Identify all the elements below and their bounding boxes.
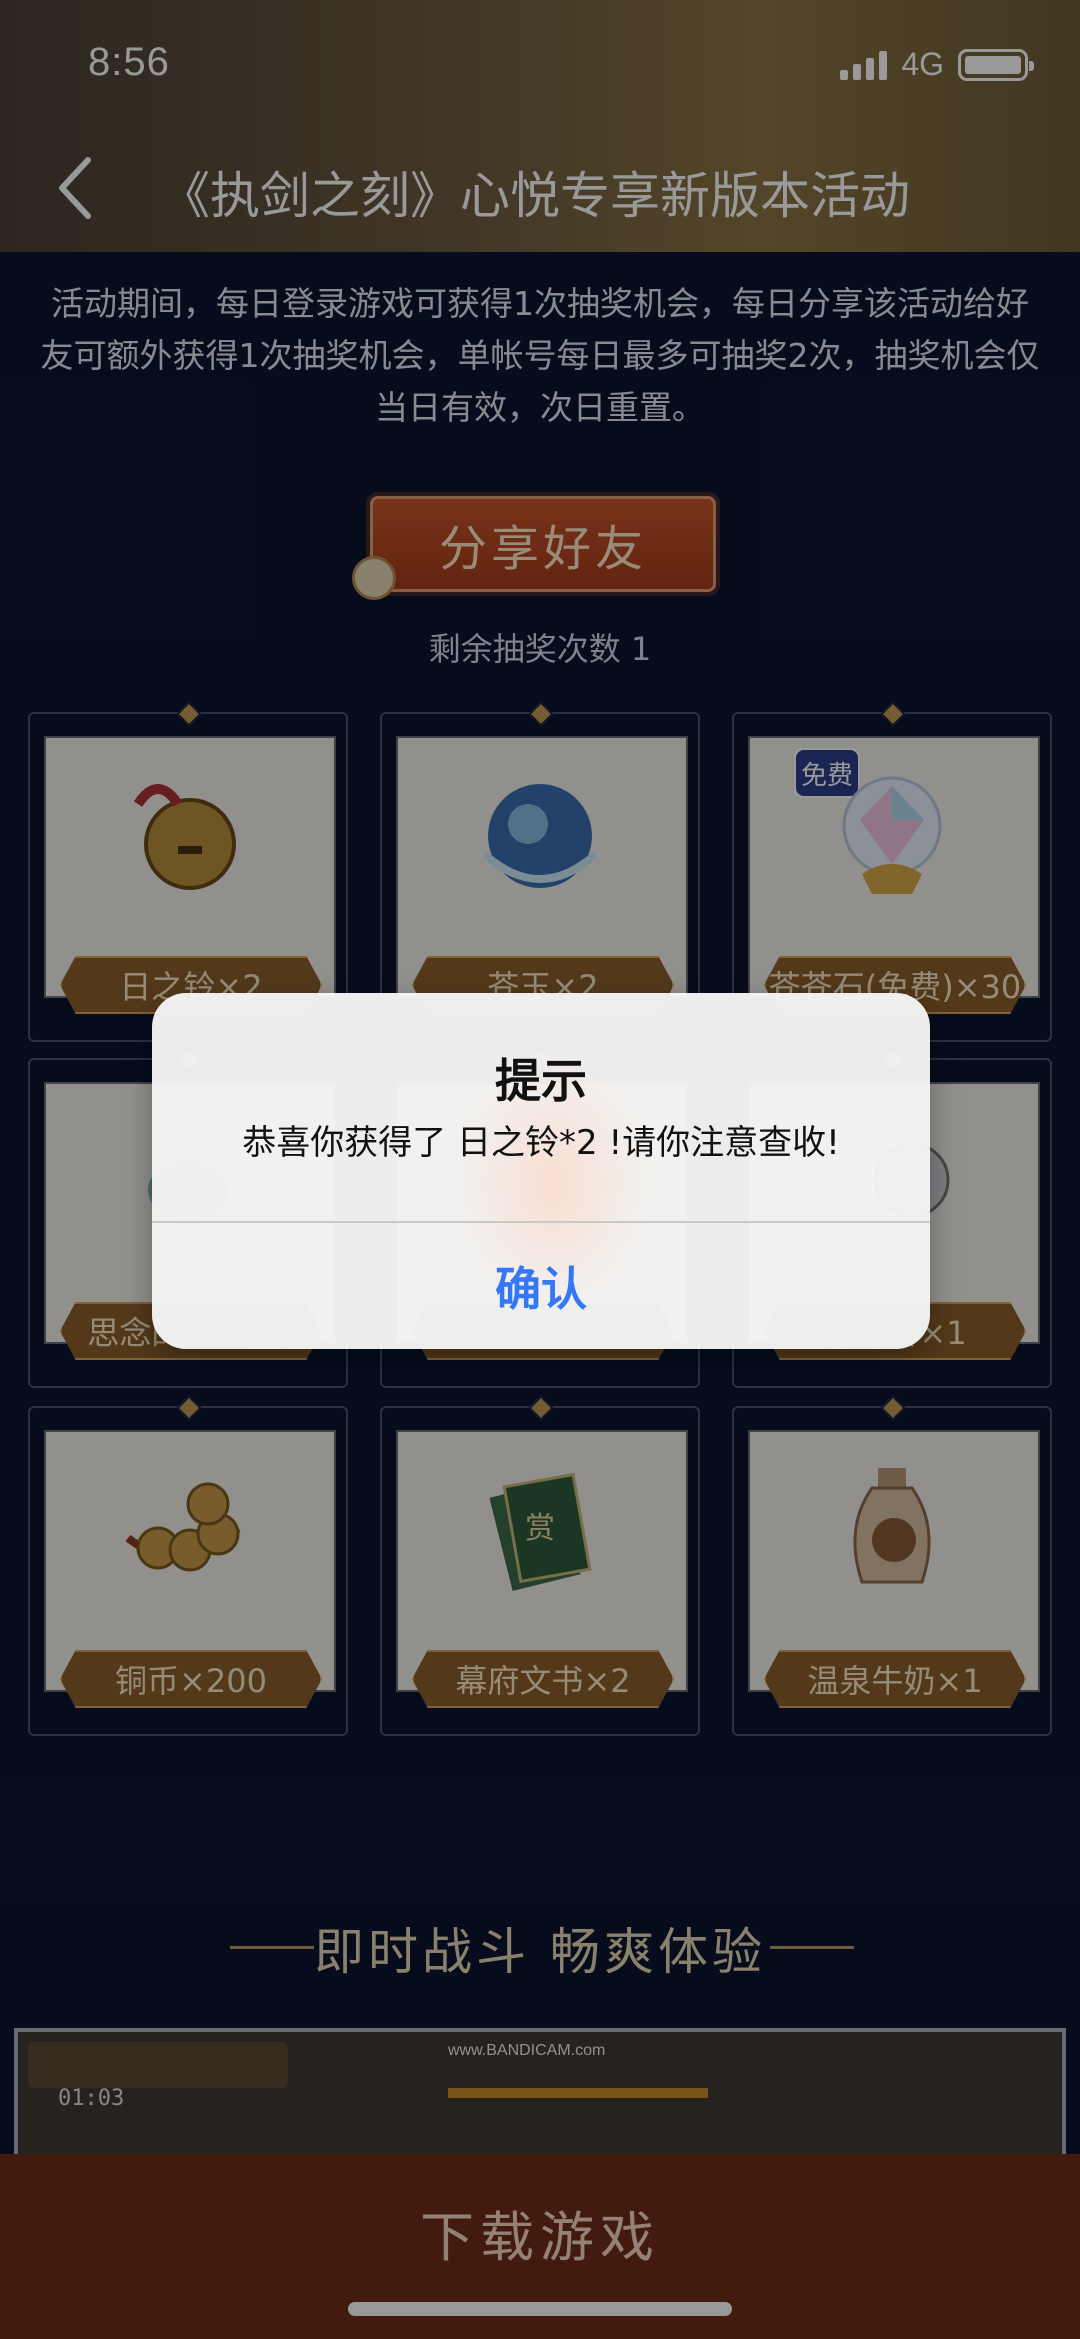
alert-dialog: 提示 恭喜你获得了 日之铃*2 !请你注意查收! 确认: [152, 993, 930, 1349]
alert-message: 恭喜你获得了 日之铃*2 !请你注意查收!: [242, 1123, 840, 1163]
alert-title: 提示: [495, 1054, 587, 1108]
confirm-button[interactable]: 确认: [152, 1223, 930, 1349]
